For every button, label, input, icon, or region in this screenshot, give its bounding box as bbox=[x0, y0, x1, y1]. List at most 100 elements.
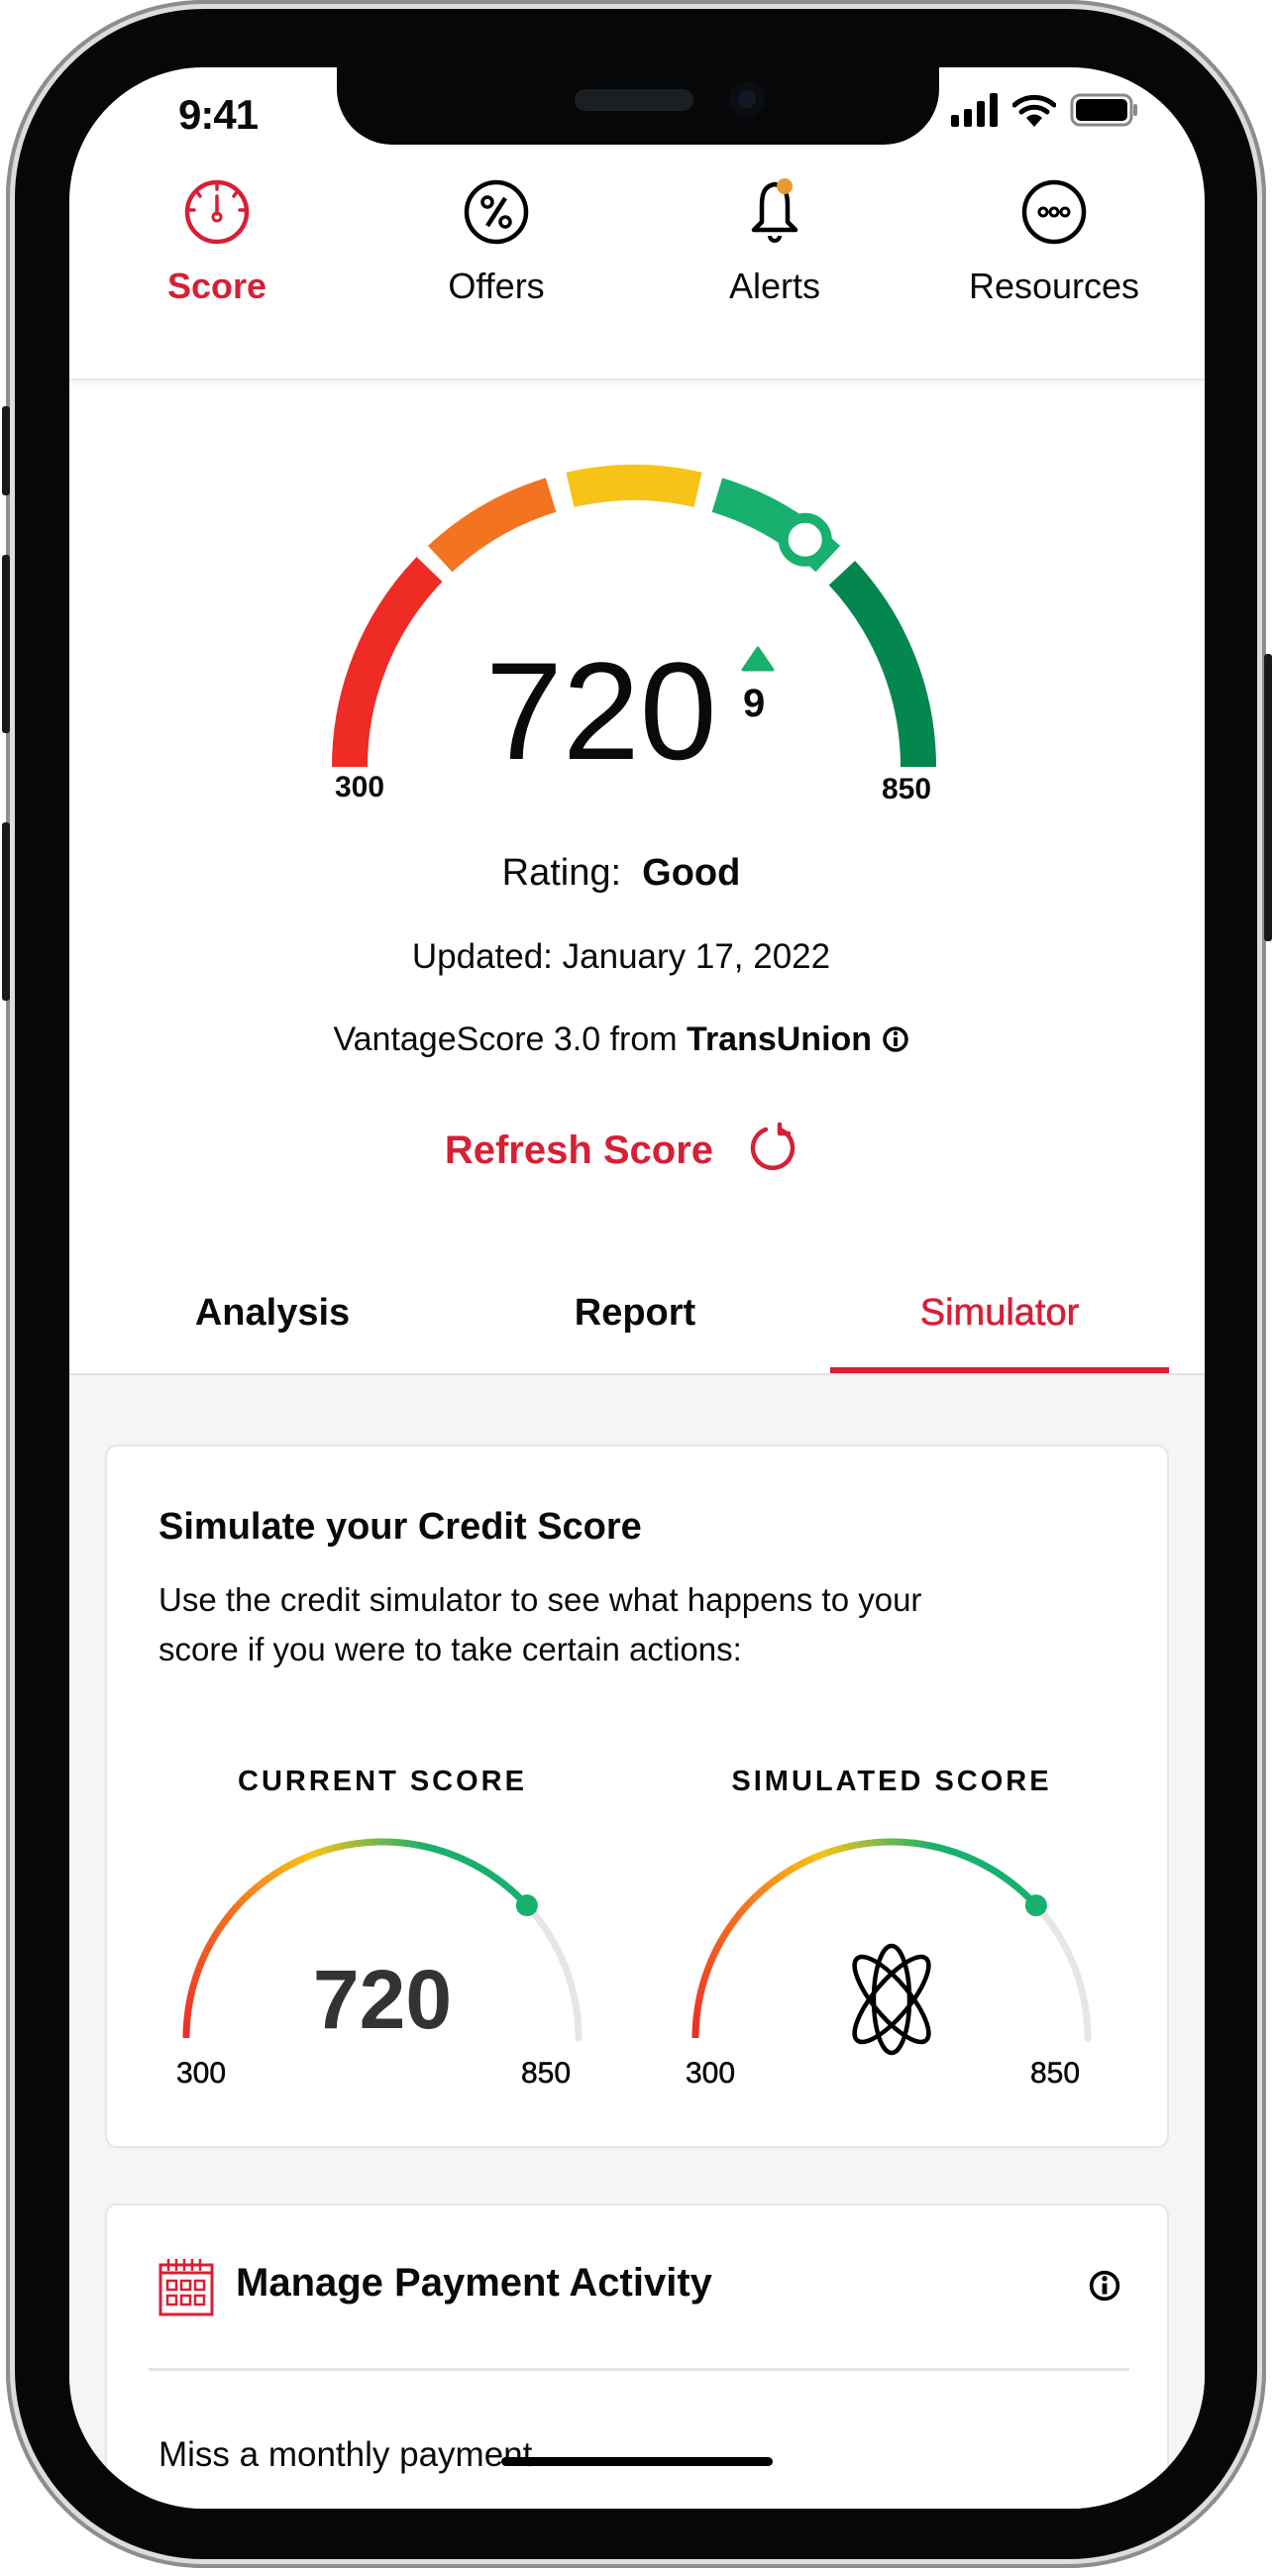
tab-report[interactable]: Report bbox=[467, 1292, 803, 1335]
current-gauge-fill-segment bbox=[348, 1840, 359, 1849]
current-gauge-fill-segment bbox=[267, 1869, 279, 1880]
simulated-gauge-fill-segment bbox=[998, 1872, 1010, 1883]
simulated-gauge-fill-segment bbox=[857, 1840, 868, 1849]
current-gauge-fill-segment bbox=[295, 1854, 307, 1865]
simulated-gauge-fill-segment bbox=[691, 2020, 700, 2031]
current-gauge-fill-segment bbox=[325, 1844, 336, 1854]
simulated-gauge-fill-segment bbox=[992, 1868, 1004, 1878]
current-gauge-fill-segment bbox=[433, 1845, 445, 1855]
miss-payment-option[interactable]: Miss a monthly payment bbox=[159, 2435, 532, 2475]
tab-analysis[interactable]: Analysis bbox=[104, 1292, 441, 1335]
current-gauge-fill-segment bbox=[192, 1967, 203, 1978]
score-model: VantageScore 3.0 from bbox=[333, 1020, 678, 1058]
atom-icon bbox=[852, 1943, 931, 2056]
current-gauge-fill-segment bbox=[227, 1905, 239, 1917]
score-value: 720 bbox=[485, 633, 717, 789]
simulated-gauge-fill-segment bbox=[927, 1842, 938, 1851]
current-gauge-fill-segment bbox=[507, 1885, 519, 1898]
simulated-gauge-fill-segment bbox=[804, 1854, 816, 1865]
score-up-arrow-icon bbox=[741, 646, 775, 672]
current-gauge-fill-segment bbox=[332, 1842, 344, 1852]
gauge-segment-poor bbox=[332, 557, 443, 768]
simulated-gauge-fill-segment bbox=[841, 1842, 853, 1852]
current-gauge-fill-segment bbox=[441, 1848, 452, 1858]
simulated-gauge-fill-segment bbox=[741, 1899, 753, 1911]
simulated-gauge-track bbox=[1032, 1901, 1092, 2042]
simulated-gauge-fill-segment bbox=[777, 1869, 789, 1880]
simulated-gauge-fill-segment bbox=[865, 1839, 876, 1848]
current-gauge-fill-segment bbox=[356, 1839, 367, 1848]
current-gauge-fill-segment bbox=[462, 1856, 474, 1867]
simulated-gauge-fill-segment bbox=[752, 1888, 764, 1900]
info-icon[interactable] bbox=[882, 1025, 909, 1053]
gauge-segment-excellent bbox=[828, 560, 936, 768]
simulated-gauge-fill-segment bbox=[718, 1931, 729, 1943]
current-gauge-fill-segment bbox=[255, 1878, 266, 1890]
current-score-value: 720 bbox=[312, 1953, 453, 2046]
refresh-icon bbox=[750, 1122, 796, 1170]
simulated-gauge-fill-segment bbox=[695, 1989, 705, 2000]
current-gauge-fill-segment bbox=[476, 1863, 487, 1875]
simulated-gauge-fill-segment bbox=[701, 1967, 712, 1978]
simulated-gauge-fill-segment bbox=[849, 1841, 860, 1850]
current-gauge-fill-segment bbox=[495, 1876, 507, 1887]
current-gauge-fill-segment bbox=[249, 1883, 261, 1895]
current-gauge-fill-segment bbox=[190, 1974, 200, 1986]
current-gauge-fill-segment bbox=[243, 1888, 255, 1900]
current-gauge-fill-segment bbox=[469, 1860, 481, 1871]
rating-value: Good bbox=[642, 852, 741, 894]
simulated-gauge-fill-segment bbox=[770, 1874, 783, 1885]
current-gauge-fill-segment bbox=[201, 1945, 212, 1957]
simulated-gauge-fill-segment bbox=[694, 1996, 703, 2008]
simulated-max-label: 850 bbox=[1030, 2057, 1081, 2091]
score-source: VantageScore 3.0 from TransUnion bbox=[69, 1020, 1189, 1059]
simulated-gauge-fill-segment bbox=[692, 2012, 701, 2023]
current-gauge-fill-segment bbox=[501, 1880, 513, 1892]
current-gauge-fill-segment bbox=[309, 1849, 321, 1859]
calendar-icon bbox=[159, 2259, 214, 2316]
simulated-gauge-fill-segment bbox=[985, 1863, 997, 1875]
current-gauge-fill-segment bbox=[237, 1893, 250, 1906]
simulated-gauge-fill-segment bbox=[957, 1850, 969, 1861]
current-gauge-fill-segment bbox=[209, 1931, 220, 1943]
current-gauge-fill-segment bbox=[222, 1911, 234, 1923]
simulated-gauge-fill-segment bbox=[1010, 1880, 1022, 1892]
simulated-gauge-fill-segment bbox=[1016, 1885, 1028, 1898]
simulated-gauge-fill-segment bbox=[1005, 1876, 1016, 1887]
current-gauge-fill-segment bbox=[455, 1853, 467, 1864]
current-gauge-fill-segment bbox=[488, 1872, 501, 1883]
info-icon[interactable] bbox=[1088, 2269, 1121, 2303]
simulated-gauge-fill-segment bbox=[722, 1924, 734, 1936]
current-gauge-fill-segment bbox=[186, 1989, 196, 2000]
current-gauge-fill-segment bbox=[395, 1838, 405, 1847]
simulated-gauge-fill-segment bbox=[912, 1839, 922, 1848]
current-gauge-marker bbox=[515, 1894, 538, 1917]
volume-down-button bbox=[2, 822, 10, 1001]
refresh-score-button[interactable]: Refresh Score bbox=[69, 1122, 1189, 1173]
tab-simulator[interactable]: Simulator bbox=[831, 1292, 1168, 1335]
current-gauge-fill-segment bbox=[403, 1839, 413, 1848]
mute-switch bbox=[2, 406, 10, 495]
simulated-min-label: 300 bbox=[686, 2057, 736, 2091]
current-gauge-fill-segment bbox=[426, 1843, 437, 1853]
simulated-gauge-fill-segment bbox=[818, 1849, 830, 1859]
gauge-segment-average bbox=[566, 465, 702, 507]
simulated-gauge-fill-segment bbox=[707, 1952, 718, 1964]
simulated-gauge-marker bbox=[1024, 1894, 1047, 1917]
gauge-score-marker bbox=[778, 512, 832, 567]
simulated-gauge-fill-segment bbox=[942, 1845, 954, 1855]
current-gauge-fill-segment bbox=[410, 1840, 421, 1850]
current-gauge-fill-segment bbox=[182, 2020, 191, 2031]
rating-line: Rating: Good bbox=[69, 852, 1189, 895]
simulated-gauge-fill-segment bbox=[873, 1838, 884, 1847]
power-button bbox=[1264, 654, 1272, 941]
home-indicator[interactable] bbox=[501, 2457, 773, 2466]
current-gauge-fill-segment bbox=[274, 1865, 286, 1877]
simulated-gauge-fill-segment bbox=[784, 1865, 796, 1877]
current-gauge-fill-segment bbox=[185, 1996, 194, 2008]
current-gauge-fill-segment bbox=[261, 1874, 273, 1885]
simulated-gauge-fill-segment bbox=[714, 1938, 725, 1950]
current-gauge-fill-segment bbox=[302, 1851, 314, 1862]
simulated-gauge-fill-segment bbox=[971, 1856, 983, 1867]
current-gauge-fill-segment bbox=[195, 1959, 206, 1971]
